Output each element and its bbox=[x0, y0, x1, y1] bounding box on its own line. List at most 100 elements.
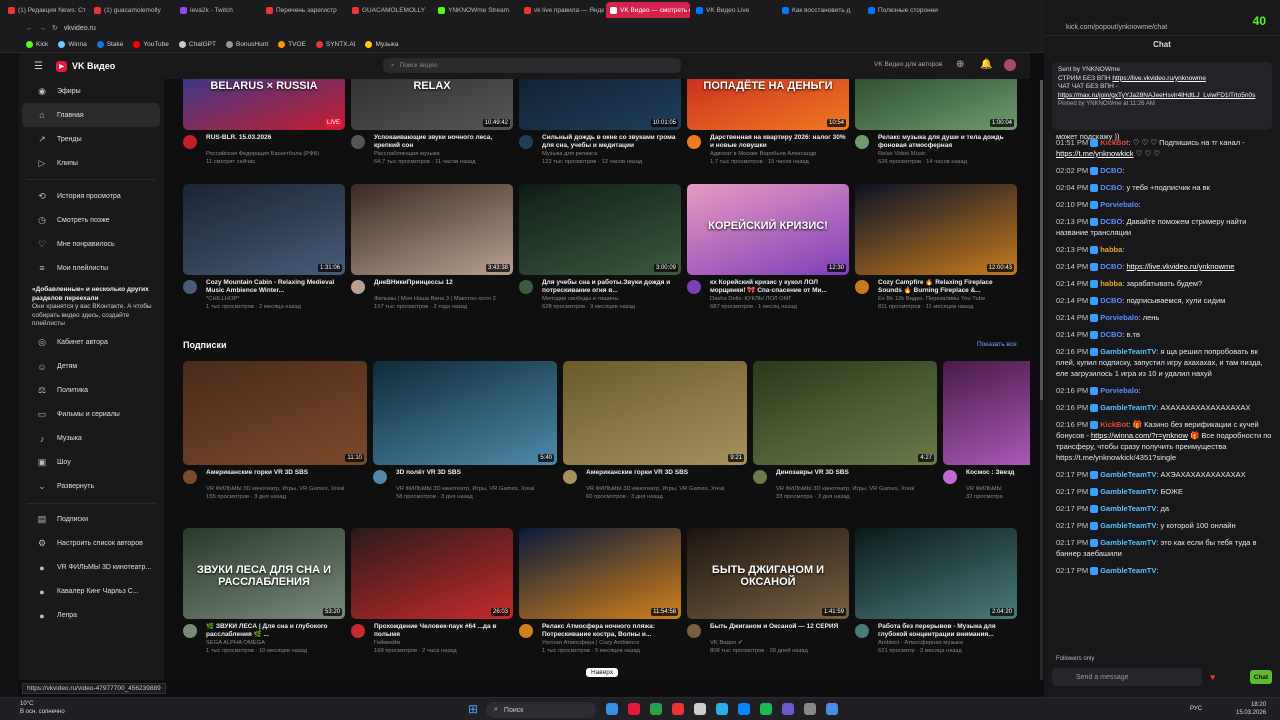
chat-username[interactable]: DCBO bbox=[1100, 217, 1122, 226]
sidebar-item[interactable]: ▷ Клипы bbox=[22, 151, 160, 175]
chat-link[interactable]: https://live.vkvideo.ru/ynknowme bbox=[1126, 262, 1234, 271]
chat-username[interactable]: GambleTeamTV bbox=[1100, 403, 1156, 412]
chat-username[interactable]: Porviebalo bbox=[1100, 200, 1138, 209]
authors-link[interactable]: VK Видео для авторов bbox=[874, 61, 942, 68]
channel-name[interactable]: VK Видео ✔ bbox=[710, 640, 848, 648]
language-indicator[interactable]: РУС bbox=[1190, 706, 1202, 712]
address-url[interactable]: vkvideo.ru bbox=[64, 25, 96, 32]
chat-username[interactable]: DCBO bbox=[1100, 296, 1122, 305]
video-card[interactable]: БЫТЬ ДЖИГАНОМ И ОКСАНОЙ 1:41:59 Быть Джига… bbox=[687, 528, 849, 669]
chat-link[interactable]: https://t.me/ynknowkick bbox=[1056, 149, 1134, 158]
channel-name[interactable]: *CHILLHOP* bbox=[206, 296, 344, 304]
taskbar-app-icon[interactable] bbox=[716, 703, 728, 715]
search-input[interactable]: ⌕ Поиск видео bbox=[383, 58, 681, 73]
chat-username[interactable]: KickBot bbox=[1100, 420, 1128, 429]
sidebar-item[interactable]: ● Кавалер Кинг Чарльз С... bbox=[22, 580, 160, 604]
video-thumbnail[interactable]: 11:10 bbox=[183, 361, 367, 465]
reload-icon[interactable]: ↻ bbox=[52, 24, 58, 32]
bookmark-item[interactable]: Stake bbox=[96, 40, 123, 48]
channel-name[interactable]: SEGA ALPHA OMEGA bbox=[206, 640, 344, 648]
chat-url[interactable]: kick.com/popout/ynknowme/chat bbox=[1066, 24, 1167, 31]
chat-username[interactable]: habba bbox=[1100, 279, 1122, 288]
browser-tab[interactable]: (1) Редакция News: Ст bbox=[4, 2, 88, 18]
channel-avatar[interactable] bbox=[687, 280, 701, 294]
taskbar-app-icon[interactable] bbox=[826, 703, 838, 715]
channel-name[interactable]: Ambient - Атмосферная музыка bbox=[878, 640, 1016, 648]
channel-name[interactable]: Уютная Атмосфера | Cozy Ambience bbox=[542, 640, 680, 648]
channel-avatar[interactable] bbox=[687, 624, 701, 638]
channel-name[interactable]: Геймкейм bbox=[374, 640, 512, 648]
channel-avatar[interactable] bbox=[855, 280, 869, 294]
browser-tab[interactable]: Перечень зарегистр bbox=[262, 2, 346, 18]
channel-name[interactable]: Расслабляющая музыка bbox=[374, 151, 512, 159]
browser-tab[interactable]: Полезные сторонни bbox=[864, 2, 948, 18]
video-thumbnail[interactable]: 2:04:20 bbox=[855, 528, 1017, 619]
chat-username[interactable]: GambleTeamTV bbox=[1100, 504, 1156, 513]
video-title[interactable]: 3D полёт VR 3D SBS bbox=[396, 469, 556, 477]
video-thumbnail[interactable] bbox=[943, 361, 1030, 465]
video-thumbnail[interactable]: RELAX 10:49:42 bbox=[351, 79, 513, 130]
channel-avatar[interactable] bbox=[519, 624, 533, 638]
chat-username[interactable]: DCBO bbox=[1100, 262, 1122, 271]
browser-tab[interactable]: YNKNOWme Stream bbox=[434, 2, 518, 18]
sidebar-item[interactable]: ▭ Фильмы и сериалы bbox=[22, 403, 160, 427]
video-thumbnail[interactable]: 12:00:43 bbox=[855, 184, 1017, 275]
sidebar-item[interactable]: ⌂ Главная bbox=[22, 103, 160, 127]
chat-input[interactable]: Send a message bbox=[1052, 668, 1202, 686]
clock[interactable]: 18:20 15.03.2026 bbox=[1236, 702, 1266, 717]
video-title[interactable]: Работа без перерывов - Музыка для глубок… bbox=[878, 623, 1016, 639]
channel-name[interactable]: VR ФИЛЬМЫ 3D кинотеатр, Игры, VR Games, … bbox=[206, 486, 366, 494]
channel-avatar[interactable] bbox=[519, 280, 533, 294]
scroll-top-button[interactable]: Наверх bbox=[586, 668, 619, 677]
video-thumbnail[interactable]: BELARUS × RUSSIA LIVE bbox=[183, 79, 345, 130]
video-thumbnail[interactable]: КОРЕЙСКИЙ КРИЗИС! 12:30 bbox=[687, 184, 849, 275]
browser-tab[interactable]: VK Видео Live bbox=[692, 2, 776, 18]
bookmark-item[interactable]: Winna bbox=[58, 40, 87, 48]
chat-username[interactable]: GambleTeamTV bbox=[1100, 566, 1156, 575]
pinned-link-1[interactable]: https://live.vkvideo.ru/ynknowme bbox=[1112, 75, 1206, 82]
browser-tab[interactable]: vk live правила — Яндекс bbox=[520, 2, 604, 18]
bookmark-item[interactable]: SYNTX.AI bbox=[315, 40, 355, 48]
bookmark-item[interactable]: YouTube bbox=[133, 40, 169, 48]
video-card[interactable]: КОРЕЙСКИЙ КРИЗИС! 12:30 кх Корейский кризи… bbox=[687, 184, 849, 325]
vk-logo[interactable]: ▶ VK Видео bbox=[56, 60, 115, 72]
video-thumbnail[interactable]: 10:01:05 bbox=[519, 79, 681, 130]
channel-avatar[interactable] bbox=[183, 135, 197, 149]
chat-username[interactable]: GambleTeamTV bbox=[1100, 470, 1156, 479]
video-title[interactable]: Быть Джиганом и Оксаной — 12 СЕРИЯ bbox=[710, 623, 848, 631]
channel-avatar[interactable] bbox=[855, 624, 869, 638]
video-card[interactable]: 2:04:20 Работа без перерывов - Музыка для… bbox=[855, 528, 1017, 669]
back-icon[interactable]: ← bbox=[26, 25, 33, 32]
video-title[interactable]: Динозавры VR 3D SBS bbox=[776, 469, 936, 477]
heart-icon[interactable]: ♥ bbox=[1210, 672, 1215, 682]
channel-avatar[interactable] bbox=[855, 135, 869, 149]
channel-name[interactable]: VR ФИЛЬМЫ 3D кинотеатр, Игры, VR Games, … bbox=[586, 486, 746, 494]
chat-username[interactable]: Porviebalo bbox=[1100, 313, 1138, 322]
channel-avatar[interactable] bbox=[563, 470, 577, 484]
video-title[interactable]: Успокаивающие звуки ночного леса, крепки… bbox=[374, 134, 512, 150]
channel-name[interactable]: Музыка для релакса bbox=[542, 151, 680, 159]
video-card[interactable]: 10:01:05 Сильный дождь в окне со звуками … bbox=[519, 79, 681, 180]
chat-username[interactable]: DCBO bbox=[1100, 330, 1122, 339]
video-thumbnail[interactable]: 1:00:04 bbox=[855, 79, 1017, 130]
bookmark-item[interactable]: Kick bbox=[26, 40, 48, 48]
video-thumbnail[interactable]: 9:21 bbox=[563, 361, 747, 465]
channel-avatar[interactable] bbox=[351, 624, 365, 638]
taskbar-app-icon[interactable] bbox=[694, 703, 706, 715]
video-title[interactable]: Cozy Mountain Cabin - Relaxing Medieval … bbox=[206, 279, 344, 295]
taskbar-app-icon[interactable] bbox=[672, 703, 684, 715]
show-all-link[interactable]: Показать все bbox=[977, 341, 1017, 348]
taskbar-app-icon[interactable] bbox=[782, 703, 794, 715]
taskbar-app-icon[interactable] bbox=[804, 703, 816, 715]
video-thumbnail[interactable]: 3:43:38 bbox=[351, 184, 513, 275]
browser-tab[interactable]: VK Видео — смотреть о bbox=[606, 2, 690, 18]
sidebar-item[interactable]: ≡ Мои плейлисты bbox=[22, 256, 160, 280]
chat-link[interactable]: https://winna.com/?r=ynknow bbox=[1091, 431, 1188, 440]
video-title[interactable]: Релакс Атмосфера ночного пляжа: Потрески… bbox=[542, 623, 680, 639]
video-title[interactable]: Американские горки VR 3D SBS bbox=[206, 469, 366, 477]
channel-avatar[interactable] bbox=[753, 470, 767, 484]
channel-name[interactable]: Мелодии свободы и тишины bbox=[542, 296, 680, 304]
channel-name[interactable]: Dasha Dolls: КУКЛЫ ЛОЛ ОМГ bbox=[710, 296, 848, 304]
channel-avatar[interactable] bbox=[183, 280, 197, 294]
bookmark-item[interactable]: Музыка bbox=[365, 40, 398, 48]
